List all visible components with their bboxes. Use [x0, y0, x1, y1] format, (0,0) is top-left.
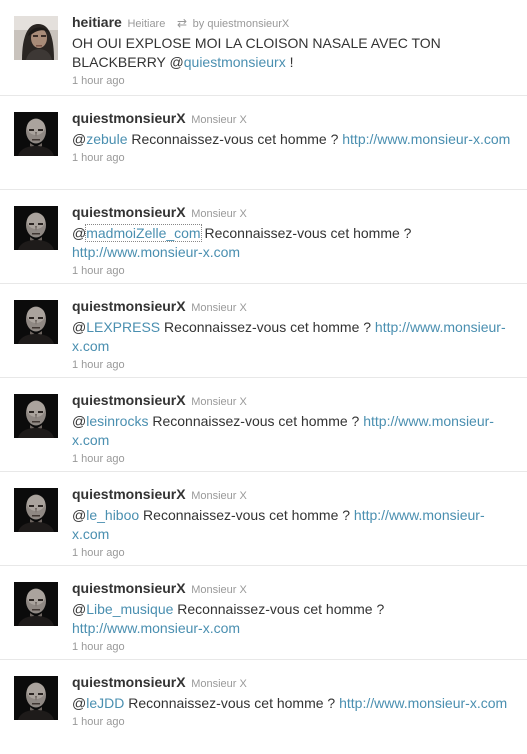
mention-at: @ — [72, 319, 87, 335]
monsieur-x-avatar[interactable] — [14, 206, 58, 250]
tweet-text-body: Reconnaissez-vous cet homme ? — [160, 319, 375, 335]
mention-at: @ — [72, 695, 87, 711]
url-link[interactable]: http://www.monsieur-x.com — [72, 620, 240, 636]
tweet-header: quiestmonsieurX Monsieur X — [72, 674, 517, 693]
monsieur-x-avatar[interactable] — [14, 112, 58, 156]
mention-link[interactable]: quiestmonsieurx — [184, 54, 286, 70]
mention-at: @ — [72, 131, 87, 147]
tweet-text-tail: ! — [285, 54, 294, 70]
tweet[interactable]: quiestmonsieurX Monsieur X @Libe_musique… — [0, 566, 527, 660]
mention-at: @ — [72, 413, 87, 429]
timestamp[interactable]: 1 hour ago — [72, 358, 517, 372]
tweet-header: quiestmonsieurX Monsieur X — [72, 392, 517, 411]
tweet[interactable]: quiestmonsieurX Monsieur X @LEXPRESS Rec… — [0, 284, 527, 378]
tweet-header: heitiare Heitiare ⇄ by quiestmonsieurX — [72, 14, 517, 33]
mention-link[interactable]: lesinrocks — [86, 413, 148, 429]
timestamp[interactable]: 1 hour ago — [72, 546, 517, 560]
tweet-header: quiestmonsieurX Monsieur X — [72, 580, 517, 599]
mention-at: @ — [72, 225, 87, 241]
tweet-header: quiestmonsieurX Monsieur X — [72, 486, 517, 505]
monsieur-x-avatar[interactable] — [14, 582, 58, 626]
tweet-header: quiestmonsieurX Monsieur X — [72, 204, 517, 223]
tweet[interactable]: quiestmonsieurX Monsieur X @lesinrocks R… — [0, 378, 527, 472]
timeline: heitiare Heitiare ⇄ by quiestmonsieurX O… — [0, 0, 527, 754]
full-name[interactable]: Monsieur X — [191, 114, 247, 126]
timestamp[interactable]: 1 hour ago — [72, 264, 517, 278]
mention-at: @ — [72, 507, 87, 523]
screen-name[interactable]: quiestmonsieurX — [72, 204, 186, 220]
timestamp[interactable]: 1 hour ago — [72, 151, 517, 165]
tweet[interactable]: quiestmonsieurX Monsieur X @zebule Recon… — [0, 96, 527, 190]
heitiare-avatar[interactable] — [14, 16, 58, 60]
tweet[interactable]: heitiare Heitiare ⇄ by quiestmonsieurX O… — [0, 0, 527, 96]
timestamp[interactable]: 1 hour ago — [72, 452, 517, 466]
tweet-text-body: Reconnaissez-vous cet homme ? — [200, 225, 412, 241]
tweet-text-body: Reconnaissez-vous cet homme ? — [173, 601, 385, 617]
screen-name[interactable]: quiestmonsieurX — [72, 298, 186, 314]
tweet-text-body: Reconnaissez-vous cet homme ? — [148, 413, 364, 429]
timestamp[interactable]: 1 hour ago — [72, 640, 517, 654]
screen-name[interactable]: quiestmonsieurX — [72, 486, 186, 502]
url-link[interactable]: http://www.monsieur-x.com — [339, 695, 507, 711]
monsieur-x-avatar[interactable] — [14, 300, 58, 344]
tweet-text-body: Reconnaissez-vous cet homme ? — [139, 507, 354, 523]
tweet-text: @le_hiboo Reconnaissez-vous cet homme ? … — [72, 506, 514, 544]
tweet-text: @LEXPRESS Reconnaissez-vous cet homme ? … — [72, 318, 514, 356]
tweet-text-body: Reconnaissez-vous cet homme ? — [124, 695, 340, 711]
full-name[interactable]: Monsieur X — [191, 678, 247, 690]
url-link[interactable]: http://www.monsieur-x.com — [342, 131, 510, 147]
tweet-text: @leJDD Reconnaissez-vous cet homme ? htt… — [72, 694, 514, 713]
tweet[interactable]: quiestmonsieurX Monsieur X @madmoiZelle_… — [0, 190, 527, 284]
mention-link[interactable]: LEXPRESS — [86, 319, 160, 335]
tweet[interactable]: quiestmonsieurX Monsieur X @leJDD Reconn… — [0, 660, 527, 754]
retweet-icon: ⇄ — [176, 16, 188, 30]
mention-link[interactable]: leJDD — [86, 695, 124, 711]
tweet-text: OH OUI EXPLOSE MOI LA CLOISON NASALE AVE… — [72, 34, 514, 72]
tweet-text: @Libe_musique Reconnaissez-vous cet homm… — [72, 600, 514, 638]
timestamp[interactable]: 1 hour ago — [72, 715, 517, 729]
tweet-text: @zebule Reconnaissez-vous cet homme ? ht… — [72, 130, 514, 149]
tweet-text-body: Reconnaissez-vous cet homme ? — [127, 131, 343, 147]
monsieur-x-avatar[interactable] — [14, 394, 58, 438]
tweet-header: quiestmonsieurX Monsieur X — [72, 110, 517, 129]
tweet-text: @lesinrocks Reconnaissez-vous cet homme … — [72, 412, 514, 450]
screen-name[interactable]: quiestmonsieurX — [72, 110, 186, 126]
monsieur-x-avatar[interactable] — [14, 676, 58, 720]
screen-name[interactable]: quiestmonsieurX — [72, 392, 186, 408]
tweet[interactable]: quiestmonsieurX Monsieur X @le_hiboo Rec… — [0, 472, 527, 566]
full-name[interactable]: Monsieur X — [191, 396, 247, 408]
mention-link[interactable]: madmoiZelle_com — [85, 224, 202, 242]
full-name[interactable]: Monsieur X — [191, 584, 247, 596]
tweet-header: quiestmonsieurX Monsieur X — [72, 298, 517, 317]
full-name[interactable]: Monsieur X — [191, 302, 247, 314]
mention-link[interactable]: Libe_musique — [86, 601, 173, 617]
url-link[interactable]: http://www.monsieur-x.com — [72, 244, 240, 260]
monsieur-x-avatar[interactable] — [14, 488, 58, 532]
full-name[interactable]: Monsieur X — [191, 490, 247, 502]
retweeted-by[interactable]: by quiestmonsieurX — [193, 18, 290, 30]
tweet-text: @madmoiZelle_com Reconnaissez-vous cet h… — [72, 224, 514, 262]
timestamp[interactable]: 1 hour ago — [72, 74, 517, 88]
mention-link[interactable]: le_hiboo — [86, 507, 139, 523]
mention-link[interactable]: zebule — [86, 131, 127, 147]
mention-at: @ — [169, 54, 184, 70]
mention-at: @ — [72, 601, 87, 617]
screen-name[interactable]: quiestmonsieurX — [72, 580, 186, 596]
full-name[interactable]: Heitiare — [127, 18, 165, 30]
screen-name[interactable]: heitiare — [72, 14, 122, 30]
full-name[interactable]: Monsieur X — [191, 208, 247, 220]
screen-name[interactable]: quiestmonsieurX — [72, 674, 186, 690]
